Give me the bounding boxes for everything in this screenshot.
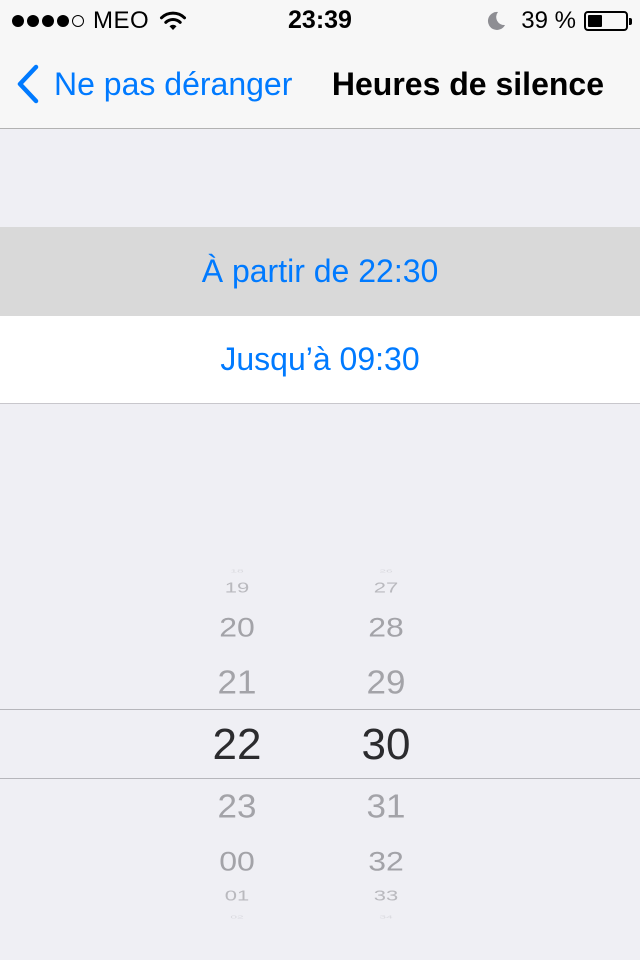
- page-title: Heures de silence: [331, 66, 604, 102]
- hour-option[interactable]: 19: [177, 579, 297, 597]
- hour-wheel[interactable]: 18 19 20 21 22 23 00 01 02: [177, 560, 297, 920]
- status-bar-right: 39 %: [485, 7, 632, 34]
- picker-selection-bottom-line: [0, 778, 640, 779]
- hour-option[interactable]: 21: [177, 663, 297, 702]
- minute-option[interactable]: 27: [326, 579, 446, 597]
- battery-icon: [584, 11, 632, 31]
- from-time-label: À partir de 22:30: [201, 253, 439, 289]
- back-button[interactable]: Ne pas déranger: [16, 60, 292, 108]
- minute-option[interactable]: 29: [326, 663, 446, 702]
- picker-selection-top-line: [0, 709, 640, 710]
- hour-option[interactable]: 20: [177, 611, 297, 643]
- minute-option[interactable]: 28: [326, 611, 446, 643]
- hour-option[interactable]: 01: [177, 887, 297, 905]
- navigation-bar: Ne pas déranger Heures de silence: [0, 40, 640, 129]
- status-bar: MEO 23:39 39 %: [0, 0, 640, 40]
- battery-percentage: 39 %: [521, 7, 576, 34]
- chevron-left-icon: [17, 64, 39, 104]
- moon-icon: [488, 11, 506, 30]
- hour-option-selected[interactable]: 22: [177, 720, 297, 770]
- from-time-row[interactable]: À partir de 22:30: [0, 227, 640, 316]
- hour-option[interactable]: 23: [177, 787, 297, 826]
- minute-option-selected[interactable]: 30: [326, 720, 446, 770]
- minute-option[interactable]: 33: [326, 887, 446, 905]
- minute-wheel[interactable]: 26 27 28 29 30 31 32 33 34: [326, 560, 446, 920]
- back-button-label: Ne pas déranger: [54, 65, 293, 102]
- minute-option[interactable]: 31: [326, 787, 446, 826]
- minute-option[interactable]: 34: [326, 914, 446, 920]
- minute-option[interactable]: 32: [326, 845, 446, 877]
- time-picker[interactable]: 18 19 20 21 22 23 00 01 02 26 27 28 29 30 31 32 33 34: [0, 560, 640, 920]
- minute-option[interactable]: 26: [326, 568, 446, 574]
- to-time-row[interactable]: Jusqu’à 09:30: [0, 316, 640, 404]
- to-time-label: Jusqu’à 09:30: [220, 341, 420, 377]
- battery-tip: [629, 18, 632, 25]
- battery-level-fill: [588, 15, 603, 27]
- hour-option[interactable]: 00: [177, 845, 297, 877]
- hour-option[interactable]: 18: [177, 568, 297, 574]
- hour-option[interactable]: 02: [177, 914, 297, 920]
